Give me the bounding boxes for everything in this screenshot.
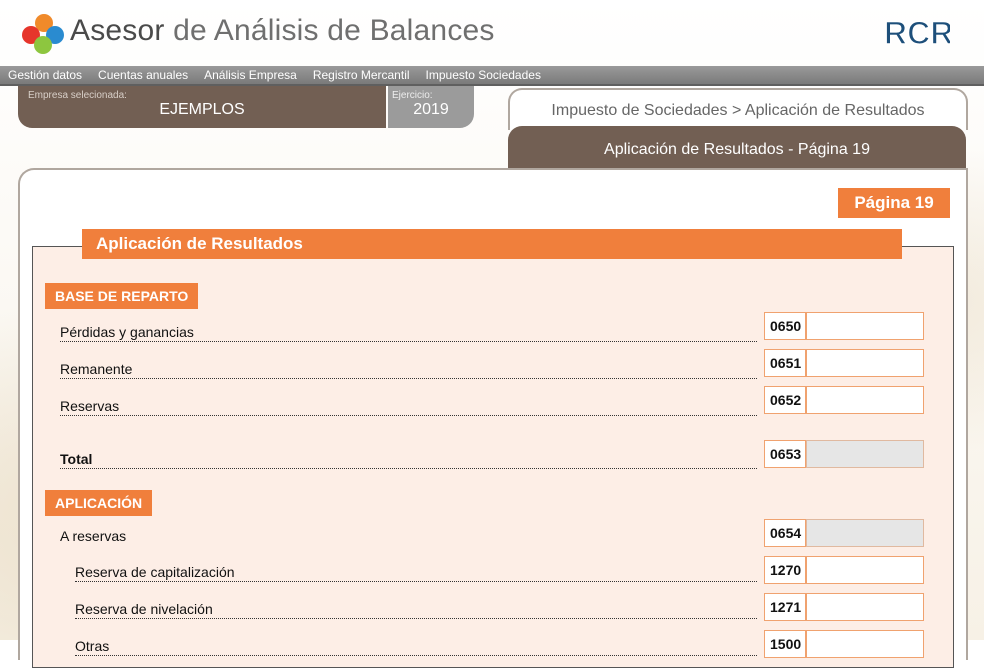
brand-logo-icon: RCR <box>883 14 950 52</box>
company-label: Empresa selecionada: <box>28 90 127 101</box>
year-label: Ejercicio: <box>392 90 433 101</box>
row-code-0652: 0652 <box>764 386 806 414</box>
company-selector[interactable]: Empresa selecionada: EJEMPLOS <box>18 86 386 128</box>
row-label-reserva-nivelacion: Reserva de nivelación <box>75 597 757 619</box>
menu-item-analisis-empresa[interactable]: Análisis Empresa <box>204 66 297 84</box>
form-title: Aplicación de Resultados <box>82 229 902 259</box>
menu-bar: Gestión datos Cuentas anuales Análisis E… <box>0 66 984 86</box>
input-1270[interactable] <box>806 556 924 584</box>
row-code-0654: 0654 <box>764 519 806 547</box>
section-base-reparto: BASE DE REPARTO <box>45 283 199 309</box>
row-code-0650: 0650 <box>764 312 806 340</box>
menu-item-gestion-datos[interactable]: Gestión datos <box>8 66 82 84</box>
app-logo-icon <box>22 14 66 54</box>
page-badge: Página 19 <box>838 188 950 218</box>
section-aplicacion: APLICACIÓN <box>45 490 153 516</box>
tab-aplicacion-resultados[interactable]: Aplicación de Resultados - Página 19 <box>508 126 966 170</box>
input-0652[interactable] <box>806 386 924 414</box>
row-code-0653: 0653 <box>764 440 806 468</box>
row-label-total: Total <box>60 447 757 469</box>
menu-item-impuesto-sociedades[interactable]: Impuesto Sociedades <box>426 66 541 84</box>
app-header: Asesor de Análisis de Balances RCR <box>0 0 984 66</box>
year-value: 2019 <box>413 101 449 118</box>
row-code-0651: 0651 <box>764 349 806 377</box>
row-label-perdidas-ganancias: Pérdidas y ganancias <box>60 320 757 342</box>
input-0654 <box>806 519 924 547</box>
row-label-reservas: Reservas <box>60 394 757 416</box>
input-1271[interactable] <box>806 593 924 621</box>
brand-logo-text: RCR <box>884 15 950 51</box>
menu-item-registro-mercantil[interactable]: Registro Mercantil <box>313 66 410 84</box>
row-label-reserva-capitalizacion: Reserva de capitalización <box>75 560 757 582</box>
input-0653-total <box>806 440 924 468</box>
tab-label: Aplicación de Resultados - Página 19 <box>604 141 870 158</box>
app-title: Asesor de Análisis de Balances <box>70 14 495 47</box>
year-selector[interactable]: Ejercicio: 2019 <box>388 86 474 128</box>
input-1500[interactable] <box>806 630 924 658</box>
company-value: EJEMPLOS <box>159 101 245 118</box>
breadcrumb: Impuesto de Sociedades > Aplicación de R… <box>508 88 968 130</box>
menu-item-cuentas-anuales[interactable]: Cuentas anuales <box>98 66 188 84</box>
row-label-otras: Otras <box>75 634 757 656</box>
breadcrumb-text: Impuesto de Sociedades > Aplicación de R… <box>551 102 925 119</box>
row-code-1270: 1270 <box>764 556 806 584</box>
row-label-a-reservas: A reservas <box>60 528 127 544</box>
row-label-remanente: Remanente <box>60 357 757 379</box>
input-0651[interactable] <box>806 349 924 377</box>
input-0650[interactable] <box>806 312 924 340</box>
row-code-1271: 1271 <box>764 593 806 621</box>
row-code-1500: 1500 <box>764 630 806 658</box>
